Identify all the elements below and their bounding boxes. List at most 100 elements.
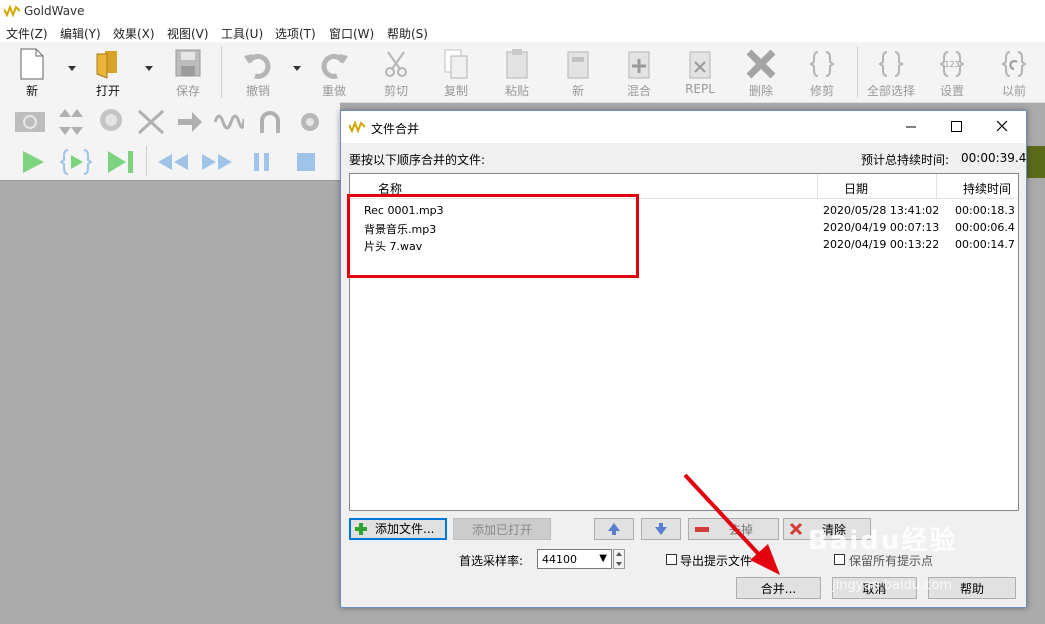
sample-rate-spinner[interactable]: [613, 549, 625, 569]
file-date: 2020/04/19 00:07:13: [823, 221, 940, 234]
effects-toolbar: [0, 102, 340, 142]
pause-icon[interactable]: [252, 152, 272, 172]
clear-x-icon: [789, 522, 803, 536]
menu-edit[interactable]: 编辑(Y): [60, 25, 101, 42]
menu-window[interactable]: 窗口(W): [329, 25, 374, 42]
scissors-icon: [385, 51, 407, 77]
app-title: GoldWave: [24, 4, 85, 18]
delete-button[interactable]: 删除: [737, 46, 785, 100]
estimated-duration-value: 00:00:39.4: [961, 151, 1027, 165]
paste-icon: [506, 49, 528, 79]
file-date: 2020/04/19 00:13:22: [823, 238, 940, 251]
open-dropdown-icon[interactable]: [145, 66, 153, 71]
trim-button[interactable]: 修剪: [798, 46, 846, 100]
open-button[interactable]: 打开: [84, 46, 132, 100]
add-open-button[interactable]: 添加已打开: [453, 518, 551, 540]
estimated-duration-label: 预计总持续时间:: [861, 153, 950, 167]
goldwave-logo-icon: [3, 4, 21, 20]
replace-icon: [689, 51, 711, 79]
undo-icon: [244, 53, 271, 79]
previous-icon: [1001, 51, 1027, 77]
minimize-icon[interactable]: [901, 117, 921, 137]
merge-button[interactable]: 合并...: [736, 577, 821, 599]
rewind-icon[interactable]: [156, 152, 190, 172]
gear-effect-icon[interactable]: [296, 107, 324, 137]
cut-button[interactable]: 剪切: [372, 46, 420, 100]
arrow-up-icon: [608, 523, 620, 535]
play-to-end-icon[interactable]: [106, 150, 136, 174]
select-all-button[interactable]: 全部选择: [867, 46, 915, 100]
mix-icon: [628, 51, 650, 79]
menu-file[interactable]: 文件(Z): [6, 25, 48, 42]
close-icon[interactable]: [992, 117, 1012, 137]
trim-icon: [809, 51, 835, 77]
move-up-button[interactable]: [594, 518, 634, 540]
file-duration: 00:00:18.3: [955, 204, 1015, 217]
dialog-titlebar: 文件合并: [341, 111, 1026, 143]
menu-help[interactable]: 帮助(S): [387, 25, 428, 42]
settings-button[interactable]: 123 设置: [928, 46, 976, 100]
replace-button[interactable]: REPL: [676, 46, 724, 100]
main-toolbar: 新 打开 保存 撤销 重做 剪切 复制 粘贴 新 混合 REPL 删除 修剪 全…: [0, 42, 1045, 103]
menu-view[interactable]: 视图(V): [167, 25, 209, 42]
previous-button[interactable]: 以前: [990, 46, 1038, 100]
baidu-watermark-logo: Baidu经验: [808, 526, 958, 556]
play-selection-icon[interactable]: [60, 148, 92, 176]
app-titlebar: GoldWave: [0, 0, 1045, 22]
undo-button[interactable]: 撤销: [234, 46, 282, 100]
add-files-button[interactable]: 添加文件...: [349, 518, 447, 540]
wave-icon[interactable]: [214, 107, 244, 137]
toolbar-separator: [221, 46, 222, 98]
baidu-watermark-url: jingyan.baidu.com: [832, 578, 952, 593]
redo-button[interactable]: 重做: [310, 46, 358, 100]
undo-dropdown-icon[interactable]: [293, 66, 301, 71]
sample-rate-label: 首选采样率:: [459, 554, 524, 568]
new-button[interactable]: 新: [8, 46, 56, 100]
copy-button[interactable]: 复制: [432, 46, 480, 100]
delete-x-icon: [746, 49, 776, 79]
dialog-title: 文件合并: [371, 122, 420, 136]
toolbar-separator: [857, 46, 858, 98]
file-duration: 00:00:06.4: [955, 221, 1015, 234]
arrow-right-icon[interactable]: [176, 107, 204, 137]
svg-text:123: 123: [944, 60, 959, 69]
stop-icon[interactable]: [296, 152, 316, 172]
column-header-date[interactable]: 日期: [818, 174, 937, 199]
menu-tools[interactable]: 工具(U): [221, 25, 263, 42]
save-button[interactable]: 保存: [164, 46, 212, 100]
menu-options[interactable]: 选项(T): [275, 25, 316, 42]
fast-forward-icon[interactable]: [200, 152, 234, 172]
settings-123-icon: 123: [939, 51, 965, 77]
paste-button[interactable]: 粘贴: [493, 46, 541, 100]
vertical-arrows-icon[interactable]: [56, 107, 84, 137]
maximize-icon[interactable]: [946, 117, 966, 137]
export-cues-checkbox[interactable]: [666, 554, 677, 565]
crossfade-icon[interactable]: [137, 107, 165, 137]
paste-new-button[interactable]: 新: [554, 46, 602, 100]
play-icon[interactable]: [20, 150, 46, 174]
copy-icon: [444, 49, 468, 79]
save-disk-icon: [175, 49, 201, 77]
move-down-button[interactable]: [641, 518, 681, 540]
goldwave-logo-icon: [348, 120, 366, 136]
chevron-down-icon: ▼: [599, 553, 607, 564]
column-header-duration[interactable]: 持续时间: [937, 174, 1018, 199]
arrow-down-icon: [655, 523, 667, 535]
redo-icon: [321, 53, 348, 79]
select-all-icon: [878, 51, 904, 77]
paste-new-icon: [567, 51, 589, 79]
new-dropdown-icon[interactable]: [68, 66, 76, 71]
annotation-arrow-icon: [683, 473, 780, 575]
sample-rate-select[interactable]: 44100 ▼: [537, 549, 612, 569]
menu-effects[interactable]: 效果(X): [113, 25, 155, 42]
new-file-icon: [20, 48, 44, 80]
disabled-effect-icon[interactable]: [14, 109, 46, 135]
menu-bar: 文件(Z) 编辑(Y) 效果(X) 视图(V) 工具(U) 选项(T) 窗口(W…: [0, 22, 1045, 42]
plus-green-icon: [355, 523, 367, 535]
horseshoe-icon[interactable]: [256, 107, 284, 137]
merge-instruction: 要按以下顺序合并的文件:: [349, 153, 486, 167]
annotation-highlight-box: [347, 194, 639, 278]
file-duration: 00:00:14.7: [955, 238, 1015, 251]
mix-button[interactable]: 混合: [615, 46, 663, 100]
sphere-icon[interactable]: [97, 107, 125, 137]
